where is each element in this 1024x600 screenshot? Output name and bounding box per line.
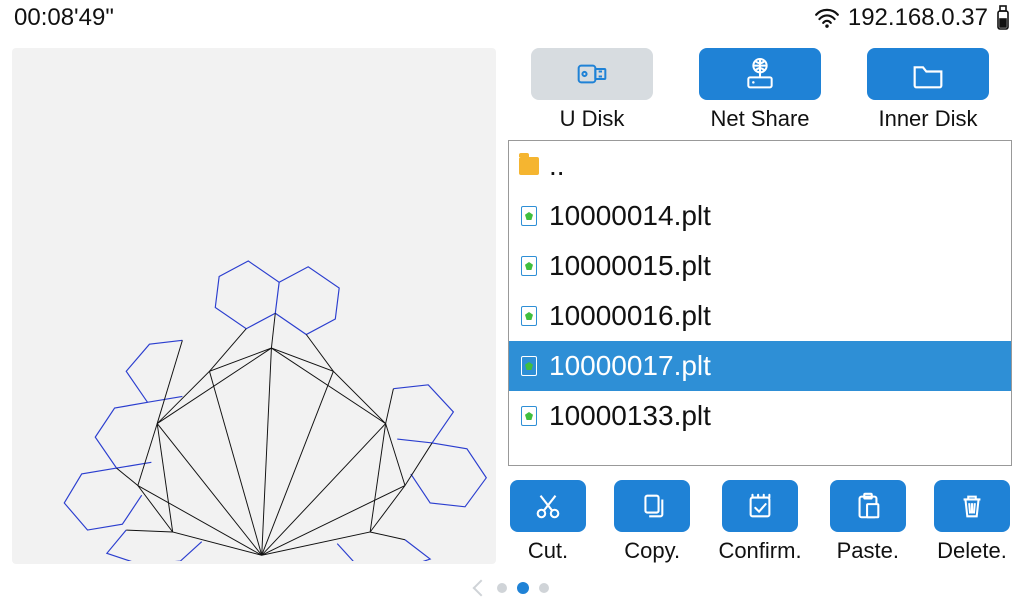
copy-label: Copy. — [624, 538, 680, 564]
plt-file-icon — [519, 206, 539, 226]
file-parent-label: .. — [549, 150, 565, 182]
page-dot[interactable] — [497, 583, 507, 593]
wifi-icon — [814, 7, 840, 29]
source-innerdisk-label: Inner Disk — [878, 106, 977, 132]
folder-up-icon — [519, 156, 539, 176]
file-name: 10000133.plt — [549, 400, 711, 432]
file-name: 10000016.plt — [549, 300, 711, 332]
file-row[interactable]: 10000133.plt — [509, 391, 1011, 441]
file-row[interactable]: 10000016.plt — [509, 291, 1011, 341]
source-netshare-label: Net Share — [710, 106, 809, 132]
scissors-icon — [533, 491, 563, 521]
plt-file-icon — [519, 356, 539, 376]
confirm-button[interactable]: Confirm. — [718, 480, 801, 564]
paste-button[interactable]: Paste. — [830, 480, 906, 564]
plt-file-icon — [519, 306, 539, 326]
cut-preview — [12, 48, 496, 564]
cut-label: Cut. — [528, 538, 568, 564]
page-dot[interactable] — [517, 582, 529, 594]
ip-address: 192.168.0.37 — [848, 4, 988, 32]
delete-label: Delete. — [937, 538, 1007, 564]
usb-storage-icon — [996, 5, 1010, 31]
preview-plot — [12, 48, 496, 561]
confirm-label: Confirm. — [718, 538, 801, 564]
file-name: 10000017.plt — [549, 350, 711, 382]
paste-icon — [853, 491, 883, 521]
status-bar: 00:08'49" 192.168.0.37 — [0, 0, 1024, 36]
copy-icon — [637, 491, 667, 521]
trash-icon — [957, 491, 987, 521]
copy-button[interactable]: Copy. — [614, 480, 690, 564]
cut-button[interactable]: Cut. — [510, 480, 586, 564]
paste-label: Paste. — [837, 538, 899, 564]
plt-file-icon — [519, 406, 539, 426]
source-innerdisk[interactable]: Inner Disk — [867, 48, 989, 132]
delete-button[interactable]: Delete. — [934, 480, 1010, 564]
file-name: 10000014.plt — [549, 200, 711, 232]
source-udisk-label: U Disk — [560, 106, 625, 132]
chevron-left-icon[interactable] — [473, 580, 490, 597]
network-drive-icon — [740, 54, 780, 94]
source-netshare[interactable]: Net Share — [699, 48, 821, 132]
page-indicator — [0, 576, 1024, 600]
file-list: .. 10000014.plt 10000015.plt 10000016.pl… — [508, 140, 1012, 466]
page-dot[interactable] — [539, 583, 549, 593]
file-row[interactable]: 10000014.plt — [509, 191, 1011, 241]
usb-icon — [572, 54, 612, 94]
file-name: 10000015.plt — [549, 250, 711, 282]
source-udisk[interactable]: U Disk — [531, 48, 653, 132]
file-row[interactable]: 10000015.plt — [509, 241, 1011, 291]
file-row[interactable]: 10000017.plt — [509, 341, 1011, 391]
file-parent-dir[interactable]: .. — [509, 141, 1011, 191]
elapsed-time: 00:08'49" — [14, 4, 114, 32]
source-tabs: U Disk Net Share Inner Disk — [508, 48, 1012, 132]
folder-icon — [908, 54, 948, 94]
plt-file-icon — [519, 256, 539, 276]
confirm-icon — [745, 491, 775, 521]
action-bar: Cut. Copy. Confirm. Paste. Delete. — [508, 480, 1012, 564]
